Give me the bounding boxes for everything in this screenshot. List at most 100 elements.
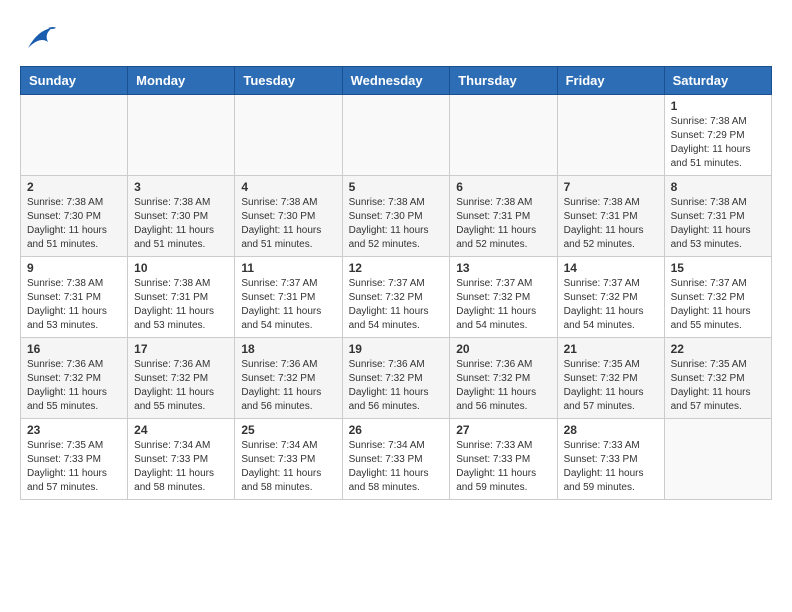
day-detail: Sunrise: 7:36 AM Sunset: 7:32 PM Dayligh… [134, 358, 228, 414]
day-detail: Sunrise: 7:35 AM Sunset: 7:33 PM Dayligh… [27, 439, 121, 495]
calendar-cell: 23 Sunrise: 7:35 AM Sunset: 7:33 PM Dayli… [21, 419, 128, 500]
day-detail: Sunrise: 7:38 AM Sunset: 7:31 PM Dayligh… [671, 196, 765, 252]
calendar-cell [664, 419, 771, 500]
day-detail: Sunrise: 7:35 AM Sunset: 7:32 PM Dayligh… [671, 358, 765, 414]
calendar-cell: 14 Sunrise: 7:37 AM Sunset: 7:32 PM Dayli… [557, 257, 664, 338]
col-header-friday: Friday [557, 67, 664, 95]
day-detail: Sunrise: 7:38 AM Sunset: 7:31 PM Dayligh… [134, 277, 228, 333]
col-header-wednesday: Wednesday [342, 67, 450, 95]
day-detail: Sunrise: 7:37 AM Sunset: 7:32 PM Dayligh… [671, 277, 765, 333]
calendar-cell [557, 95, 664, 176]
calendar-cell: 24 Sunrise: 7:34 AM Sunset: 7:33 PM Dayli… [128, 419, 235, 500]
calendar-cell: 6 Sunrise: 7:38 AM Sunset: 7:31 PM Daylig… [450, 176, 557, 257]
day-detail: Sunrise: 7:35 AM Sunset: 7:32 PM Dayligh… [564, 358, 658, 414]
calendar-week-3: 9 Sunrise: 7:38 AM Sunset: 7:31 PM Daylig… [21, 257, 772, 338]
day-detail: Sunrise: 7:37 AM Sunset: 7:31 PM Dayligh… [241, 277, 335, 333]
day-number: 1 [671, 99, 765, 113]
day-number: 2 [27, 180, 121, 194]
calendar-cell: 26 Sunrise: 7:34 AM Sunset: 7:33 PM Dayli… [342, 419, 450, 500]
day-number: 23 [27, 423, 121, 437]
calendar-cell: 11 Sunrise: 7:37 AM Sunset: 7:31 PM Dayli… [235, 257, 342, 338]
day-detail: Sunrise: 7:34 AM Sunset: 7:33 PM Dayligh… [241, 439, 335, 495]
col-header-sunday: Sunday [21, 67, 128, 95]
calendar-week-2: 2 Sunrise: 7:38 AM Sunset: 7:30 PM Daylig… [21, 176, 772, 257]
calendar-cell [128, 95, 235, 176]
logo [20, 20, 60, 56]
day-number: 16 [27, 342, 121, 356]
col-header-saturday: Saturday [664, 67, 771, 95]
day-number: 22 [671, 342, 765, 356]
day-number: 5 [349, 180, 444, 194]
calendar-cell: 2 Sunrise: 7:38 AM Sunset: 7:30 PM Daylig… [21, 176, 128, 257]
calendar-cell: 28Sunrise: 7:33 AM Sunset: 7:33 PM Dayli… [557, 419, 664, 500]
day-detail: Sunrise: 7:37 AM Sunset: 7:32 PM Dayligh… [564, 277, 658, 333]
col-header-thursday: Thursday [450, 67, 557, 95]
calendar-cell: 1Sunrise: 7:38 AM Sunset: 7:29 PM Daylig… [664, 95, 771, 176]
calendar-cell [342, 95, 450, 176]
day-detail: Sunrise: 7:34 AM Sunset: 7:33 PM Dayligh… [349, 439, 444, 495]
calendar-cell: 4 Sunrise: 7:38 AM Sunset: 7:30 PM Daylig… [235, 176, 342, 257]
calendar-cell: 8 Sunrise: 7:38 AM Sunset: 7:31 PM Daylig… [664, 176, 771, 257]
col-header-tuesday: Tuesday [235, 67, 342, 95]
day-detail: Sunrise: 7:34 AM Sunset: 7:33 PM Dayligh… [134, 439, 228, 495]
calendar-cell: 9Sunrise: 7:38 AM Sunset: 7:31 PM Daylig… [21, 257, 128, 338]
day-number: 14 [564, 261, 658, 275]
calendar-cell: 15 Sunrise: 7:37 AM Sunset: 7:32 PM Dayli… [664, 257, 771, 338]
day-number: 13 [456, 261, 550, 275]
day-detail: Sunrise: 7:38 AM Sunset: 7:30 PM Dayligh… [27, 196, 121, 252]
calendar-week-4: 16 Sunrise: 7:36 AM Sunset: 7:32 PM Dayli… [21, 338, 772, 419]
calendar-cell: 20 Sunrise: 7:36 AM Sunset: 7:32 PM Dayli… [450, 338, 557, 419]
day-number: 7 [564, 180, 658, 194]
day-number: 4 [241, 180, 335, 194]
calendar-week-1: 1Sunrise: 7:38 AM Sunset: 7:29 PM Daylig… [21, 95, 772, 176]
calendar-cell: 27 Sunrise: 7:33 AM Sunset: 7:33 PM Dayli… [450, 419, 557, 500]
calendar-cell: 16Sunrise: 7:36 AM Sunset: 7:32 PM Dayli… [21, 338, 128, 419]
day-detail: Sunrise: 7:33 AM Sunset: 7:33 PM Dayligh… [564, 439, 658, 495]
logo-icon [20, 20, 56, 56]
day-number: 6 [456, 180, 550, 194]
col-header-monday: Monday [128, 67, 235, 95]
calendar-cell: 21 Sunrise: 7:35 AM Sunset: 7:32 PM Dayli… [557, 338, 664, 419]
calendar-cell [450, 95, 557, 176]
day-number: 20 [456, 342, 550, 356]
day-detail: Sunrise: 7:36 AM Sunset: 7:32 PM Dayligh… [241, 358, 335, 414]
day-number: 17 [134, 342, 228, 356]
day-number: 27 [456, 423, 550, 437]
day-number: 9 [27, 261, 121, 275]
day-detail: Sunrise: 7:33 AM Sunset: 7:33 PM Dayligh… [456, 439, 550, 495]
day-number: 8 [671, 180, 765, 194]
calendar-header-row: SundayMondayTuesdayWednesdayThursdayFrid… [21, 67, 772, 95]
day-number: 18 [241, 342, 335, 356]
day-detail: Sunrise: 7:38 AM Sunset: 7:31 PM Dayligh… [564, 196, 658, 252]
calendar-cell: 19Sunrise: 7:36 AM Sunset: 7:32 PM Dayli… [342, 338, 450, 419]
calendar-cell: 7 Sunrise: 7:38 AM Sunset: 7:31 PM Daylig… [557, 176, 664, 257]
calendar-cell: 12 Sunrise: 7:37 AM Sunset: 7:32 PM Dayli… [342, 257, 450, 338]
calendar-cell: 25 Sunrise: 7:34 AM Sunset: 7:33 PM Dayli… [235, 419, 342, 500]
day-number: 21 [564, 342, 658, 356]
day-detail: Sunrise: 7:36 AM Sunset: 7:32 PM Dayligh… [349, 358, 444, 414]
day-detail: Sunrise: 7:37 AM Sunset: 7:32 PM Dayligh… [349, 277, 444, 333]
calendar-cell [21, 95, 128, 176]
calendar-table: SundayMondayTuesdayWednesdayThursdayFrid… [20, 66, 772, 500]
day-detail: Sunrise: 7:38 AM Sunset: 7:30 PM Dayligh… [134, 196, 228, 252]
day-number: 26 [349, 423, 444, 437]
day-detail: Sunrise: 7:38 AM Sunset: 7:30 PM Dayligh… [241, 196, 335, 252]
day-number: 11 [241, 261, 335, 275]
day-detail: Sunrise: 7:37 AM Sunset: 7:32 PM Dayligh… [456, 277, 550, 333]
day-number: 3 [134, 180, 228, 194]
calendar-cell [235, 95, 342, 176]
day-number: 25 [241, 423, 335, 437]
day-number: 12 [349, 261, 444, 275]
calendar-cell: 5 Sunrise: 7:38 AM Sunset: 7:30 PM Daylig… [342, 176, 450, 257]
calendar-cell: 10 Sunrise: 7:38 AM Sunset: 7:31 PM Dayli… [128, 257, 235, 338]
calendar-cell: 22 Sunrise: 7:35 AM Sunset: 7:32 PM Dayli… [664, 338, 771, 419]
calendar-cell: 17 Sunrise: 7:36 AM Sunset: 7:32 PM Dayli… [128, 338, 235, 419]
day-detail: Sunrise: 7:38 AM Sunset: 7:30 PM Dayligh… [349, 196, 444, 252]
day-number: 24 [134, 423, 228, 437]
day-number: 10 [134, 261, 228, 275]
calendar-week-5: 23 Sunrise: 7:35 AM Sunset: 7:33 PM Dayli… [21, 419, 772, 500]
day-detail: Sunrise: 7:36 AM Sunset: 7:32 PM Dayligh… [456, 358, 550, 414]
day-detail: Sunrise: 7:38 AM Sunset: 7:31 PM Dayligh… [456, 196, 550, 252]
calendar-cell: 13 Sunrise: 7:37 AM Sunset: 7:32 PM Dayli… [450, 257, 557, 338]
day-number: 15 [671, 261, 765, 275]
